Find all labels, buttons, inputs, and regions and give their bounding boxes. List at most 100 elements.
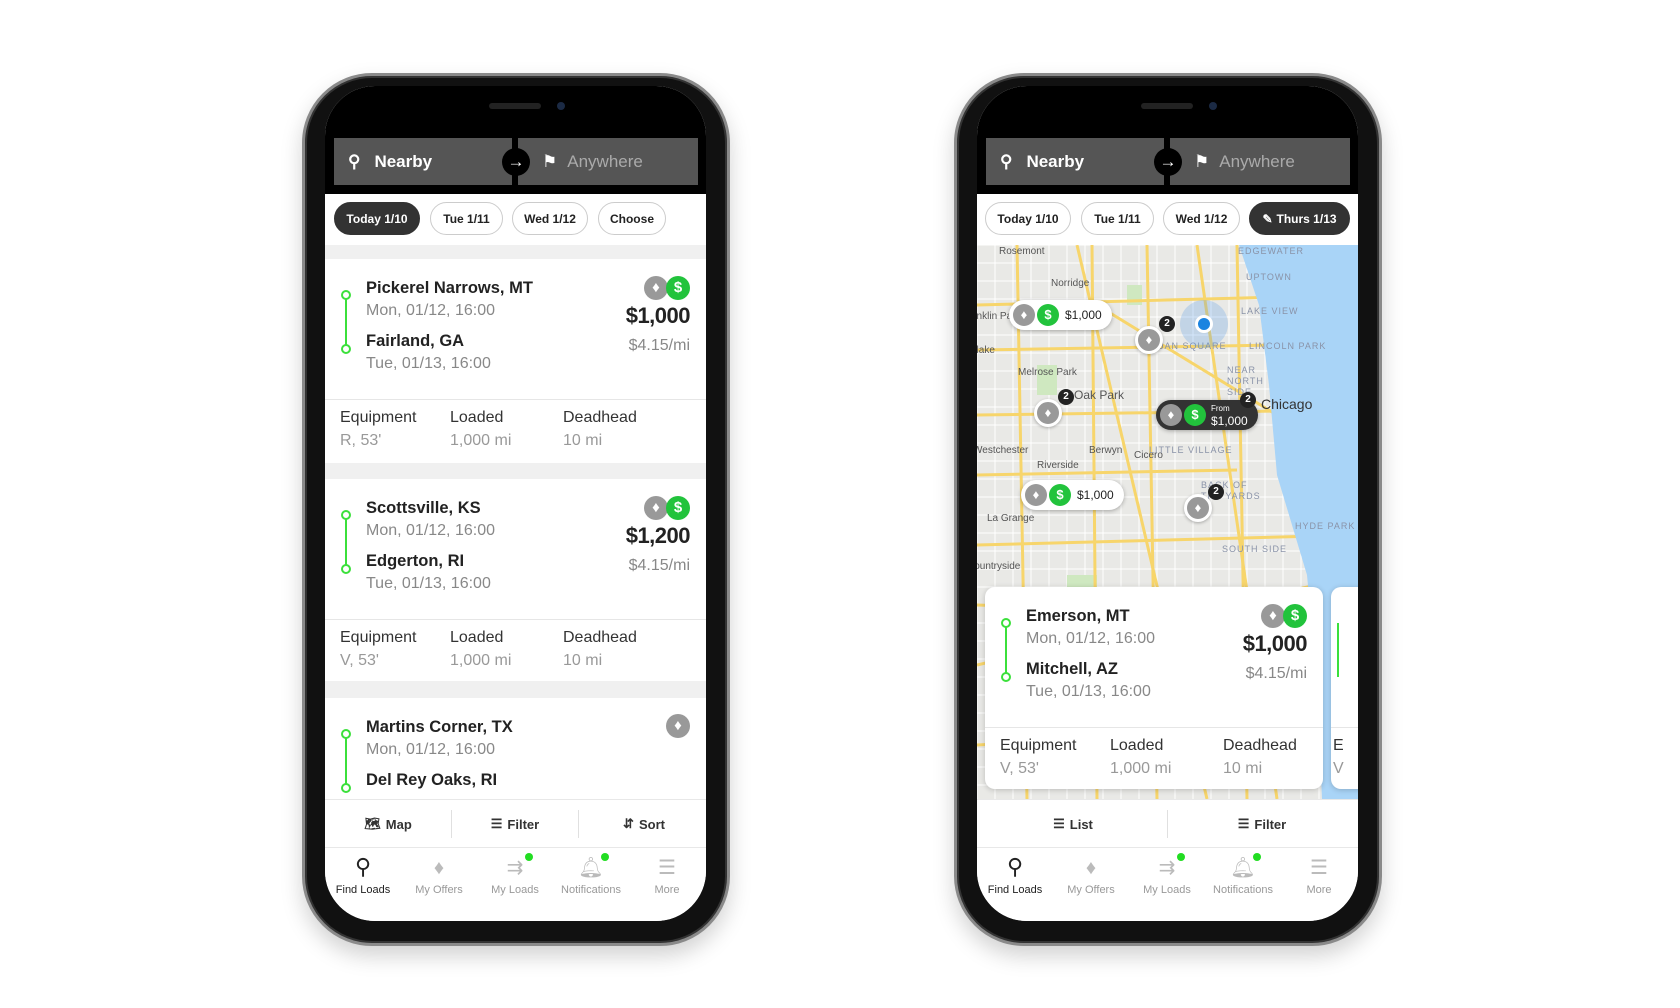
arrow-right-icon[interactable]: → <box>1154 148 1182 176</box>
separator <box>1167 810 1168 838</box>
destination-city: Mitchell, AZ <box>1026 660 1118 678</box>
map-place-label: Norridge <box>1051 278 1090 289</box>
date-chip-label: Today 1/10 <box>346 211 408 226</box>
origin-city: Martins Corner, TX <box>366 718 513 736</box>
dollar-icon: $ <box>1037 304 1059 326</box>
tab-more[interactable]: ☰ More <box>1281 848 1357 908</box>
destination-field[interactable]: ⚑ Anywhere <box>518 138 698 185</box>
filter-button[interactable]: ☰ Filter <box>491 800 539 848</box>
dollar-icon: $ <box>1049 484 1071 506</box>
map-place-label: La Grange <box>987 513 1035 524</box>
load-card[interactable]: Scottsville, KS Mon, 01/12, 16:00 Edgerto… <box>325 479 706 681</box>
tab-notifications[interactable]: 🔔︎ Notifications <box>1205 848 1281 908</box>
dollar-icon[interactable]: $ <box>666 276 690 300</box>
destination-city: Fairland, GA <box>366 332 465 350</box>
equipment-value: R, 53' <box>340 432 382 449</box>
load-card[interactable]: Emerson, MT Mon, 01/12, 16:00 Mitchell, A… <box>985 587 1323 789</box>
map-icon: 🗺︎ <box>364 816 381 831</box>
tab-my-offers[interactable]: ♦ My Offers <box>401 848 477 908</box>
map-button[interactable]: 🗺︎ Map <box>364 800 412 848</box>
price-tag-icon[interactable]: ♦ <box>1261 604 1285 628</box>
date-chip[interactable]: Wed 1/12 <box>512 202 588 235</box>
destination-field[interactable]: ⚑ Anywhere <box>1170 138 1350 185</box>
next-load-card[interactable]: EV <box>1331 587 1358 789</box>
map-place-label: Riverside <box>1037 460 1079 471</box>
destination-time: Tue, 01/13, 16:00 <box>366 575 491 592</box>
price-label: $1,000 <box>1077 488 1114 502</box>
date-chip[interactable]: Today 1/10 <box>334 202 420 235</box>
equipment-label: E <box>1333 737 1344 754</box>
tab-my-loads[interactable]: ⇉ My Loads <box>477 848 553 908</box>
route-line <box>1337 623 1339 677</box>
sort-button[interactable]: ⇵ Sort <box>623 800 665 848</box>
destination-time: Tue, 01/13, 16:00 <box>366 355 491 372</box>
cluster-marker[interactable]: ♦ <box>1135 326 1163 354</box>
date-chip[interactable]: Tue 1/11 <box>1081 202 1154 235</box>
map-place-label: Berwyn <box>1089 445 1123 456</box>
tab-my-loads[interactable]: ⇉ My Loads <box>1129 848 1205 908</box>
date-chip[interactable]: Choose <box>598 202 666 235</box>
destination-dot <box>341 783 351 793</box>
equipment-value: V, 53' <box>340 652 379 669</box>
price-tag-icon: ♦ <box>433 857 445 879</box>
arrow-right-icon[interactable]: → <box>502 148 530 176</box>
tab-notifications[interactable]: 🔔︎ Notifications <box>553 848 629 908</box>
origin-city: Pickerel Narrows, MT <box>366 279 533 297</box>
map-pin-icon: ⚲ <box>1000 151 1013 171</box>
cluster-count-badge: 2 <box>1058 389 1074 405</box>
origin-time: Mon, 01/12, 16:00 <box>366 741 495 758</box>
price: $1,000 <box>1242 631 1308 656</box>
dollar-icon[interactable]: $ <box>666 496 690 520</box>
tab-label: More <box>654 884 680 896</box>
tab-label: Find Loads <box>987 884 1043 896</box>
tab-my-offers[interactable]: ♦ My Offers <box>1053 848 1129 908</box>
date-chip[interactable]: ✎ Thurs 1/13 <box>1249 202 1350 235</box>
tab-find-loads[interactable]: ⚲ Find Loads <box>977 848 1053 908</box>
price-tag-icon[interactable]: ♦ <box>644 276 668 300</box>
tab-label: Notifications <box>561 884 621 896</box>
truck-route-icon: ⇉ <box>506 857 524 879</box>
origin-field[interactable]: ⚲ Nearby <box>986 138 1164 185</box>
dollar-icon[interactable]: $ <box>1283 604 1307 628</box>
divider <box>985 727 1323 728</box>
price-tag-icon[interactable]: ♦ <box>666 714 690 738</box>
separator-band <box>325 681 706 698</box>
price-marker[interactable]: ♦ $ $1,000 <box>1009 300 1112 330</box>
deadhead-label: Deadhead <box>563 629 637 646</box>
map-district-label: LINCOLN PARK <box>1249 341 1327 351</box>
load-card[interactable]: Pickerel Narrows, MT Mon, 01/12, 16:00 Fa… <box>325 259 706 463</box>
tab-bar: ⚲ Find Loads ♦ My Offers ⇉ My Loads 🔔︎ Notifica… <box>977 848 1358 921</box>
map-place-label: Oak Park <box>1074 388 1125 402</box>
map-place-label: Countryside <box>977 561 1021 572</box>
date-chip[interactable]: Tue 1/11 <box>430 202 503 235</box>
divider <box>1331 727 1358 728</box>
price-marker[interactable]: ♦ $ $1,000 <box>1021 480 1124 510</box>
deadhead-label: Deadhead <box>1223 737 1297 754</box>
map-place-label: Rosemont <box>999 246 1045 257</box>
list-button[interactable]: ☰ List <box>1053 800 1093 848</box>
load-card[interactable]: Martins Corner, TX Mon, 01/12, 16:00 Del … <box>325 698 706 799</box>
date-chip[interactable]: Today 1/10 <box>985 202 1071 235</box>
map-place-label: Melrose Park <box>1018 367 1077 378</box>
map-district-label: UPTOWN <box>1246 272 1292 282</box>
destination-dot <box>1001 672 1011 682</box>
filter-button[interactable]: ☰ Filter <box>1238 800 1286 848</box>
price-tag-icon[interactable]: ♦ <box>644 496 668 520</box>
date-chip-label: Today 1/10 <box>997 211 1059 226</box>
left-phone: ⚲ Nearby ⚑ Anywhere → Today 1/10 Tue 1/11 Wed… <box>302 73 730 946</box>
loaded-label: Loaded <box>450 629 504 646</box>
origin-label: Nearby <box>1026 151 1085 171</box>
loaded-value: 1,000 mi <box>450 432 512 449</box>
date-chip[interactable]: Wed 1/12 <box>1163 202 1240 235</box>
tab-find-loads[interactable]: ⚲ Find Loads <box>325 848 401 908</box>
origin-field[interactable]: ⚲ Nearby <box>334 138 512 185</box>
rate-per-mile: $4.15/mi <box>628 557 690 574</box>
sort-icon: ⇵ <box>623 816 634 831</box>
tab-more[interactable]: ☰ More <box>629 848 705 908</box>
cluster-count-badge: 2 <box>1159 316 1175 332</box>
cluster-marker[interactable]: ♦ <box>1184 494 1212 522</box>
price-tag-icon: ♦ <box>1145 332 1153 347</box>
route-line <box>1001 618 1011 682</box>
sort-label: Sort <box>638 816 665 832</box>
cluster-marker[interactable]: ♦ <box>1034 399 1062 427</box>
